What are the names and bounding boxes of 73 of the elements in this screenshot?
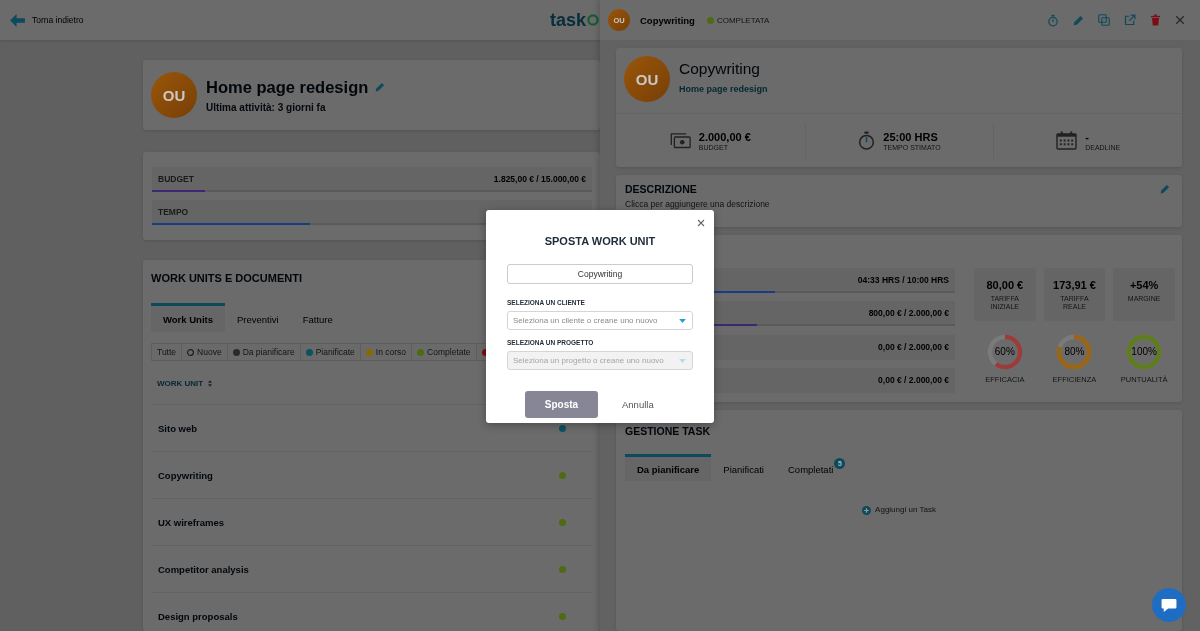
stopwatch-icon[interactable] xyxy=(1047,13,1059,27)
close-icon[interactable] xyxy=(1175,15,1185,25)
pencil-icon[interactable] xyxy=(375,82,386,92)
plus-circle-icon xyxy=(862,505,872,515)
work-unit-name[interactable]: Competitor analysis xyxy=(158,563,249,575)
filter-chip[interactable]: Da pianificare xyxy=(227,343,301,361)
progress-value: 1.825,00 € / 15.000,00 € xyxy=(493,173,586,184)
pencil-icon[interactable] xyxy=(1160,184,1170,194)
metric-value: +54% xyxy=(1129,279,1159,291)
project-title: Home page redesign xyxy=(206,77,369,97)
tab[interactable]: Da pianificare xyxy=(625,454,712,481)
progress-value: 0,00 € / 2.000,00 € xyxy=(878,375,949,386)
progress-ring xyxy=(986,334,1023,370)
filter-chip[interactable]: In corso xyxy=(360,343,413,361)
work-unit-name[interactable]: Copywriting xyxy=(158,469,213,481)
filter-chip[interactable]: Nuove xyxy=(182,343,228,361)
progress-value: 04:33 HRS / 10:00 HRS xyxy=(857,274,949,285)
description-hint[interactable]: Clicca per aggiungere una descrizione xyxy=(625,199,1173,209)
work-unit-name[interactable]: Sito web xyxy=(158,422,198,434)
add-task-link[interactable]: Aggiungi un Task xyxy=(862,503,936,517)
progress-value: 0,00 € / 2.000,00 € xyxy=(878,342,949,353)
tab[interactable]: Work Units xyxy=(151,303,225,332)
last-activity-text: Ultima attività: 3 giorni fa xyxy=(206,101,327,113)
calendar-icon xyxy=(1056,131,1078,150)
status-ring-icon xyxy=(187,348,195,356)
filter-chip[interactable]: Tutte xyxy=(151,343,183,361)
project-link[interactable]: Home page redesign xyxy=(679,84,768,94)
logo-wordmark: task xyxy=(549,9,586,31)
stat-value: - xyxy=(1085,130,1090,143)
stopwatch-icon xyxy=(858,131,876,150)
back-link[interactable]: Torna indietro xyxy=(10,13,84,27)
logo-ring-icon xyxy=(587,14,599,26)
back-arrow-icon xyxy=(10,13,25,27)
ring-value: 80% xyxy=(1063,346,1086,358)
banknote-icon xyxy=(669,132,691,149)
avatar: OU xyxy=(151,72,197,118)
status-text: COMPLETATA xyxy=(716,15,770,25)
stat-value: 25:00 HRS xyxy=(883,130,939,143)
filter-chip[interactable]: Completate xyxy=(412,343,477,361)
modal-title: SPOSTA WORK UNIT xyxy=(543,234,657,248)
column-header[interactable]: WORK UNIT xyxy=(151,376,213,390)
metric-value: 173,91 € xyxy=(1053,279,1096,291)
filter-chip[interactable]: Pianificate xyxy=(300,343,361,361)
progress-ring xyxy=(1126,334,1163,370)
copy-icon[interactable] xyxy=(1098,14,1110,26)
ring-value: 60% xyxy=(993,346,1016,358)
external-link-icon[interactable] xyxy=(1124,14,1136,26)
tab[interactable]: Pianificati xyxy=(711,454,776,481)
section-title: DESCRIZIONE xyxy=(625,182,697,196)
sort-icon xyxy=(208,379,213,387)
progress-label: BUDGET xyxy=(158,173,194,184)
pencil-icon[interactable] xyxy=(1073,14,1084,26)
cancel-button[interactable]: Annulla xyxy=(610,391,666,418)
ring-value: 100% xyxy=(1130,346,1158,358)
metric-value: 80,00 € xyxy=(986,279,1024,291)
section-title: GESTIONE TASK xyxy=(625,424,711,438)
work-unit-name[interactable]: Design proposals xyxy=(158,610,238,622)
client-select[interactable]: Seleziona un cliente o creane uno nuovo xyxy=(507,311,693,330)
name-field[interactable]: Copywriting xyxy=(507,264,693,284)
work-unit-name[interactable]: UX wireframes xyxy=(158,516,224,528)
work-unit-title: Copywriting xyxy=(640,14,695,26)
avatar: OU xyxy=(624,56,670,102)
close-icon[interactable] xyxy=(697,219,705,227)
confirm-button[interactable]: Sposta xyxy=(525,391,598,418)
tab[interactable]: Fatture xyxy=(290,303,345,332)
progress-value: 800,00 € / 2.000,00 € xyxy=(868,307,949,318)
progress-ring xyxy=(1056,334,1093,370)
chat-bubble-icon xyxy=(1161,598,1177,612)
tab[interactable]: Preventivi xyxy=(224,303,291,332)
work-unit-heading: Copywriting xyxy=(679,60,761,78)
trash-icon[interactable] xyxy=(1150,14,1161,26)
progress-label: TEMPO xyxy=(158,206,189,217)
stat-value: 2.000,00 € xyxy=(698,130,751,143)
